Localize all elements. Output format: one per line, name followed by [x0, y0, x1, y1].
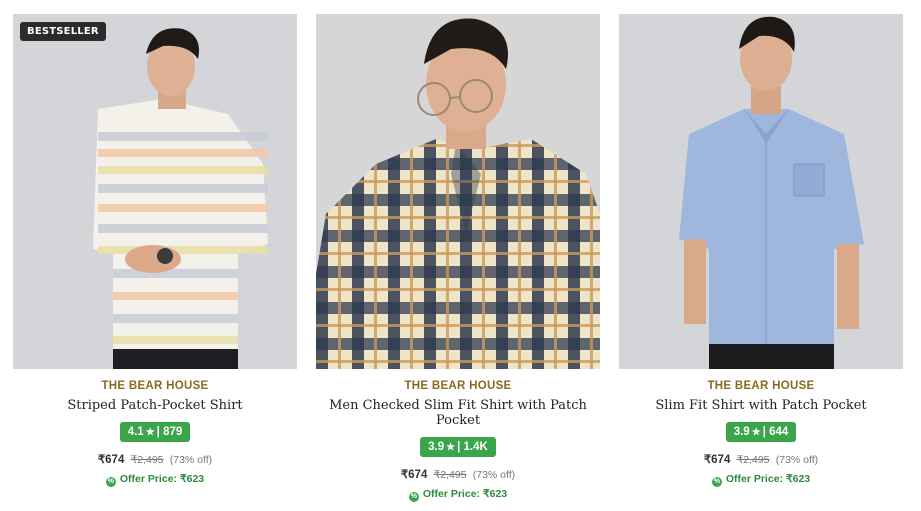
offer-price: Offer Price: ₹623: [422, 488, 508, 500]
offer-tag-icon: %: [408, 492, 419, 502]
product-image[interactable]: [316, 14, 600, 369]
rating-count: 1.4K: [463, 441, 488, 453]
rating-value: 3.9: [733, 426, 750, 438]
shirt-striped-photo: [13, 14, 297, 369]
rating-badge[interactable]: 3.9 ★ | 644: [725, 422, 797, 442]
offer-price-row: % Offer Price: ₹623: [619, 473, 903, 487]
rating-count: 879: [163, 426, 183, 438]
mrp-price: ₹2,495: [433, 469, 467, 481]
star-icon: ★: [145, 427, 155, 438]
discount-percent: (73% off): [775, 454, 819, 466]
product-brand: THE BEAR HOUSE: [101, 380, 209, 392]
product-image[interactable]: [619, 14, 903, 369]
rating-separator: |: [762, 426, 766, 438]
discount-percent: (73% off): [472, 469, 516, 481]
product-title[interactable]: Men Checked Slim Fit Shirt with Patch Po…: [316, 398, 600, 428]
selling-price: ₹674: [400, 469, 428, 481]
rating-value: 4.1: [127, 426, 144, 438]
product-card[interactable]: BESTSELLER THE BEAR HOUSE Striped Patch-…: [13, 14, 297, 487]
shirt-checked-photo: [316, 14, 600, 369]
rating-badge[interactable]: 4.1 ★ | 879: [119, 422, 191, 442]
product-grid: BESTSELLER THE BEAR HOUSE Striped Patch-…: [0, 0, 921, 511]
selling-price: ₹674: [703, 454, 731, 466]
mrp-price: ₹2,495: [130, 454, 164, 466]
rating-count: 644: [769, 426, 789, 438]
offer-price: Offer Price: ₹623: [725, 473, 811, 485]
product-title[interactable]: Striped Patch-Pocket Shirt: [13, 398, 297, 413]
price-row: ₹674 ₹2,495 (73% off): [316, 467, 600, 481]
offer-price: Offer Price: ₹623: [119, 473, 205, 485]
price-row: ₹674 ₹2,495 (73% off): [619, 452, 903, 466]
star-icon: ★: [446, 442, 456, 453]
rating-separator: |: [457, 441, 461, 453]
product-brand: THE BEAR HOUSE: [707, 380, 815, 392]
rating-badge[interactable]: 3.9 ★ | 1.4K: [420, 437, 496, 457]
offer-price-row: % Offer Price: ₹623: [316, 488, 600, 502]
price-row: ₹674 ₹2,495 (73% off): [13, 452, 297, 466]
offer-tag-icon: %: [105, 477, 116, 487]
offer-tag-icon: %: [711, 477, 722, 487]
product-image[interactable]: BESTSELLER: [13, 14, 297, 369]
rating-value: 3.9: [428, 441, 445, 453]
star-icon: ★: [751, 427, 761, 438]
discount-percent: (73% off): [169, 454, 213, 466]
product-card[interactable]: THE BEAR HOUSE Men Checked Slim Fit Shir…: [316, 14, 600, 502]
mrp-price: ₹2,495: [736, 454, 770, 466]
product-card[interactable]: THE BEAR HOUSE Slim Fit Shirt with Patch…: [619, 14, 903, 487]
bestseller-badge: BESTSELLER: [20, 22, 106, 41]
selling-price: ₹674: [97, 454, 125, 466]
shirt-blue-photo: [619, 14, 903, 369]
product-brand: THE BEAR HOUSE: [404, 380, 512, 392]
offer-price-row: % Offer Price: ₹623: [13, 473, 297, 487]
product-title[interactable]: Slim Fit Shirt with Patch Pocket: [619, 398, 903, 413]
rating-separator: |: [156, 426, 160, 438]
